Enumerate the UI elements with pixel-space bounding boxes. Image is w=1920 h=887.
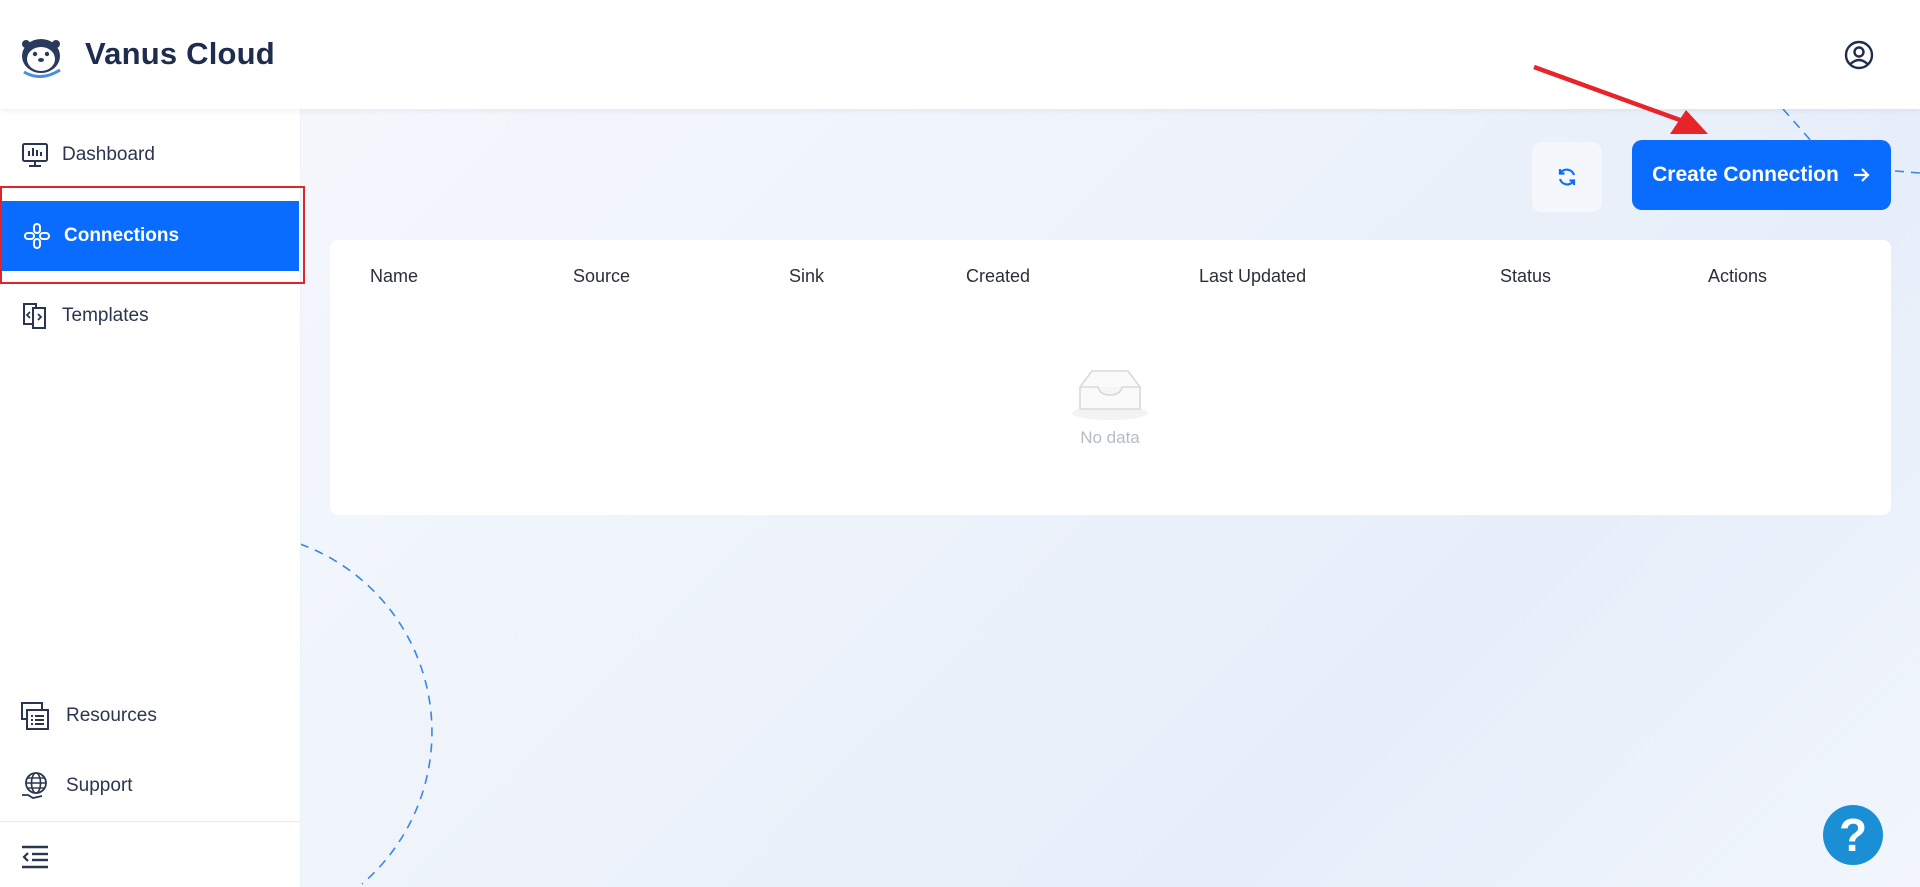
monitor-chart-icon xyxy=(20,140,50,170)
sidebar-item-label: Resources xyxy=(66,705,157,726)
sidebar-divider xyxy=(0,821,300,822)
refresh-button[interactable] xyxy=(1532,142,1602,212)
empty-inbox-icon xyxy=(1072,370,1148,420)
refresh-icon xyxy=(1558,168,1576,186)
globe-hand-icon xyxy=(20,771,50,801)
column-header-actions[interactable]: Actions xyxy=(1708,266,1767,287)
list-icon xyxy=(20,701,50,731)
connections-icon xyxy=(22,221,52,251)
user-circle-icon[interactable] xyxy=(1843,39,1875,71)
sidebar-item-label: Templates xyxy=(62,305,149,326)
sidebar-item-label: Connections xyxy=(64,225,180,246)
column-header-source[interactable]: Source xyxy=(573,266,630,287)
arrow-right-icon xyxy=(1851,165,1871,185)
question-mark-icon: ? xyxy=(1838,809,1868,861)
sidebar: Dashboard Connections Templates Resource… xyxy=(0,109,301,887)
sidebar-item-connections[interactable]: Connections xyxy=(2,201,299,271)
sidebar-item-resources[interactable]: Resources xyxy=(0,681,300,751)
create-connection-label: Create Connection xyxy=(1652,163,1839,186)
column-header-status[interactable]: Status xyxy=(1500,266,1551,287)
column-header-created[interactable]: Created xyxy=(966,266,1030,287)
column-header-last-updated[interactable]: Last Updated xyxy=(1199,266,1306,287)
column-header-sink[interactable]: Sink xyxy=(789,266,824,287)
sidebar-item-label: Support xyxy=(66,775,133,796)
create-connection-button[interactable]: Create Connection xyxy=(1632,140,1891,210)
connections-table: Name Source Sink Created Last Updated St… xyxy=(330,240,1891,515)
empty-state-text: No data xyxy=(1080,428,1140,447)
templates-icon xyxy=(20,301,50,331)
otter-logo-icon xyxy=(22,39,61,78)
column-header-name[interactable]: Name xyxy=(370,266,418,287)
main-content: Create Connection Name Source Sink Creat… xyxy=(300,109,1920,887)
app-title: Vanus Cloud xyxy=(85,36,275,71)
sidebar-item-support[interactable]: Support xyxy=(0,751,300,821)
help-button[interactable]: ? xyxy=(1823,805,1883,865)
sidebar-item-dashboard[interactable]: Dashboard xyxy=(0,120,300,190)
top-header: Vanus Cloud xyxy=(0,0,1920,109)
sidebar-item-templates[interactable]: Templates xyxy=(0,281,300,351)
sidebar-item-label: Dashboard xyxy=(62,144,155,165)
collapse-menu-icon[interactable] xyxy=(20,843,50,871)
